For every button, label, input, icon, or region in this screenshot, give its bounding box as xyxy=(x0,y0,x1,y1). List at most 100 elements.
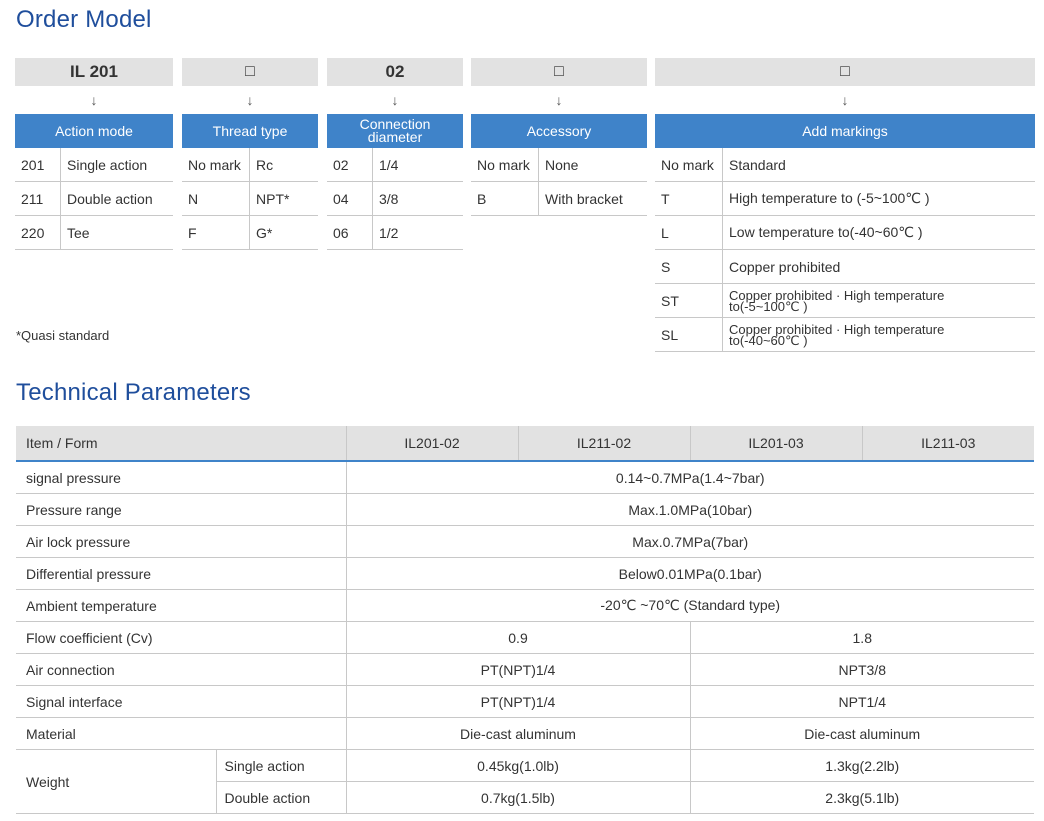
row-label: Weight xyxy=(16,749,216,814)
table-row: Flow coefficient (Cv) 0.9 1.8 xyxy=(16,621,1034,654)
order-column-thread-type: □ ↓ Thread type No mark Rc N NPT* F G* xyxy=(182,58,318,250)
option-value: 1/4 xyxy=(379,156,399,173)
option-code: ST xyxy=(655,284,723,317)
header-model: IL201-03 xyxy=(689,426,862,462)
table-row: Material Die-cast aluminum Die-cast alum… xyxy=(16,717,1034,750)
arrow-down-icon: ↓ xyxy=(555,92,563,108)
arrow-down-icon: ↓ xyxy=(841,92,849,108)
option-code: S xyxy=(655,250,723,283)
quasi-standard-footnote: *Quasi standard xyxy=(16,328,110,343)
column-header: Add markings xyxy=(655,114,1035,148)
row-value: Max.0.7MPa(7bar) xyxy=(345,525,1034,558)
option-value: Rc xyxy=(256,156,274,173)
order-code-box: □ xyxy=(471,58,647,86)
option-row: B With bracket xyxy=(471,182,647,216)
column-header: Action mode xyxy=(15,114,173,148)
option-row: 211 Double action xyxy=(15,182,173,216)
option-code: No mark xyxy=(182,148,250,181)
option-value: Double action xyxy=(67,190,153,207)
option-code: SL xyxy=(655,318,723,351)
option-value: 3/8 xyxy=(379,190,399,207)
table-row: Differential pressure Below0.01MPa(0.1ba… xyxy=(16,557,1034,590)
option-row: T High temperature to (-5~100℃ ) xyxy=(655,182,1035,216)
option-row: L Low temperature to(-40~60℃ ) xyxy=(655,216,1035,250)
option-value: Low temperature to(-40~60℃ ) xyxy=(729,224,923,240)
option-value: Standard xyxy=(729,156,786,173)
option-code: 06 xyxy=(327,216,373,249)
header-item-form: Item / Form xyxy=(16,426,346,462)
option-row: 220 Tee xyxy=(15,216,173,250)
option-row: N NPT* xyxy=(182,182,318,216)
option-value: None xyxy=(545,156,579,173)
row-value: 0.7kg(1.5lb) xyxy=(345,781,690,814)
arrow-down-icon: ↓ xyxy=(246,92,254,108)
row-value: 0.9 xyxy=(345,621,690,654)
option-code: B xyxy=(471,182,539,215)
row-value: PT(NPT)1/4 xyxy=(345,653,690,686)
option-code: No mark xyxy=(655,148,723,181)
option-value: Copper prohibited xyxy=(729,258,841,275)
row-label: Pressure range xyxy=(16,493,346,526)
row-value: 1.8 xyxy=(689,621,1034,654)
option-row: 06 1/2 xyxy=(327,216,463,250)
row-value: -20℃ ~70℃ (Standard type) xyxy=(345,589,1034,622)
row-label: Air connection xyxy=(16,653,346,686)
row-value: Max.1.0MPa(10bar) xyxy=(345,493,1034,526)
row-label: Air lock pressure xyxy=(16,525,346,558)
row-value: 0.14~0.7MPa(1.4~7bar) xyxy=(345,461,1034,494)
option-code: 220 xyxy=(15,216,61,249)
option-code: 201 xyxy=(15,148,61,181)
row-label: Flow coefficient (Cv) xyxy=(16,621,346,654)
option-value: NPT* xyxy=(256,190,290,207)
order-column-action-mode: IL 201 ↓ Action mode 201 Single action 2… xyxy=(15,58,173,250)
table-row: Ambient temperature -20℃ ~70℃ (Standard … xyxy=(16,589,1034,622)
row-label: Differential pressure xyxy=(16,557,346,590)
arrow-down-icon: ↓ xyxy=(391,92,399,108)
header-model: IL201-02 xyxy=(345,426,518,462)
option-code: 04 xyxy=(327,182,373,215)
option-code: No mark xyxy=(471,148,539,181)
order-code-box: □ xyxy=(655,58,1035,86)
row-label: Material xyxy=(16,717,346,750)
option-value: Single action xyxy=(67,156,148,173)
order-column-connection-diameter: 02 ↓ Connection diameter 02 1/4 04 3/8 0… xyxy=(327,58,463,250)
row-sublabel: Double action xyxy=(215,781,346,814)
table-row: signal pressure 0.14~0.7MPa(1.4~7bar) xyxy=(16,461,1034,494)
row-value: NPT1/4 xyxy=(689,685,1034,718)
option-value: High temperature to (-5~100℃ ) xyxy=(729,190,930,206)
row-value: Below0.01MPa(0.1bar) xyxy=(345,557,1034,590)
column-header: Accessory xyxy=(471,114,647,148)
row-value: 1.3kg(2.2lb) xyxy=(689,749,1034,782)
option-row: No mark Standard xyxy=(655,148,1035,182)
table-row: Signal interface PT(NPT)1/4 NPT1/4 xyxy=(16,685,1034,718)
table-row: Air lock pressure Max.0.7MPa(7bar) xyxy=(16,525,1034,558)
row-value: 2.3kg(5.1lb) xyxy=(689,781,1034,814)
arrow-down-icon: ↓ xyxy=(90,92,98,108)
option-value: Copper prohibited · High temperature to(… xyxy=(729,321,945,348)
header-model: IL211-02 xyxy=(517,426,690,462)
technical-parameters-table: Item / Form IL201-02 IL211-02 IL201-03 I… xyxy=(16,426,1034,814)
order-model-title: Order Model xyxy=(16,6,152,33)
row-value: PT(NPT)1/4 xyxy=(345,685,690,718)
option-value: G* xyxy=(256,224,273,241)
column-header: Thread type xyxy=(182,114,318,148)
row-label: Signal interface xyxy=(16,685,346,718)
table-row: Pressure range Max.1.0MPa(10bar) xyxy=(16,493,1034,526)
option-code: F xyxy=(182,216,250,249)
table-row: Weight Single action 0.45kg(1.0lb) 1.3kg… xyxy=(16,749,1034,814)
option-row: No mark Rc xyxy=(182,148,318,182)
option-row: 04 3/8 xyxy=(327,182,463,216)
technical-parameters-title: Technical Parameters xyxy=(16,379,251,406)
row-label: Ambient temperature xyxy=(16,589,346,622)
option-row: 201 Single action xyxy=(15,148,173,182)
row-sublabel: Single action xyxy=(215,749,346,782)
option-row: ST Copper prohibited · High temperature … xyxy=(655,284,1035,318)
column-header: Connection diameter xyxy=(327,114,463,148)
order-column-add-markings: □ ↓ Add markings No mark Standard T High… xyxy=(655,58,1035,352)
option-row: F G* xyxy=(182,216,318,250)
option-row: No mark None xyxy=(471,148,647,182)
option-code: 211 xyxy=(15,182,61,215)
option-code: T xyxy=(655,182,723,215)
row-value: NPT3/8 xyxy=(689,653,1034,686)
option-value: 1/2 xyxy=(379,224,399,241)
